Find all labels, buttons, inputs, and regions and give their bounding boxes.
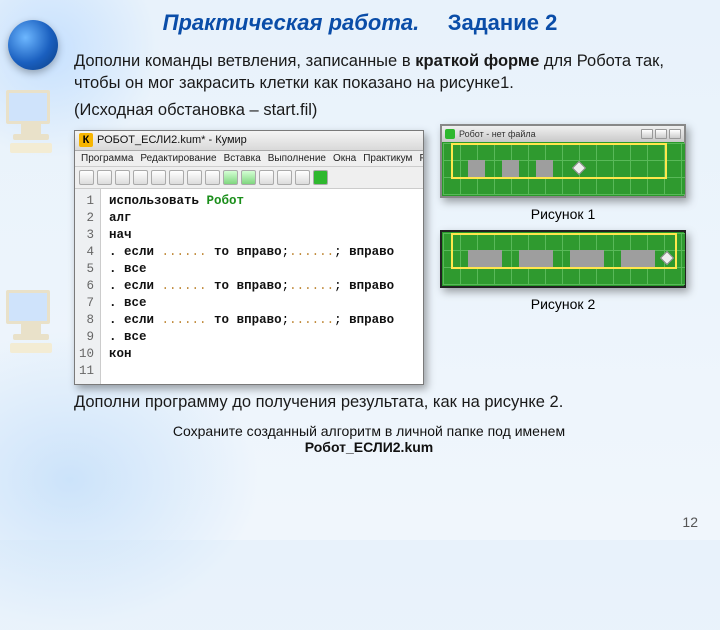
- robot-field-1: Робот - нет файла: [440, 124, 686, 198]
- code-area[interactable]: использовать Роботалгнач. если ...... то…: [101, 189, 423, 384]
- page-number: 12: [682, 514, 698, 530]
- task-subnote: (Исходная обстановка – start.fil): [74, 101, 664, 120]
- robot-grid-1: [443, 143, 685, 195]
- task-description: Дополни команды ветвления, записанные в …: [74, 50, 664, 95]
- kumir-editor: К РОБОТ_ЕСЛИ2.kum* - Кумир Программа Реда…: [74, 130, 424, 385]
- figure-2-caption: Рисунок 2: [531, 296, 595, 312]
- save-filename: Робот_ЕСЛИ2.kum: [305, 439, 433, 455]
- toolbar-button[interactable]: [97, 170, 112, 185]
- app-badge-icon: К: [79, 133, 93, 147]
- menu-item[interactable]: Вставка: [224, 153, 261, 164]
- figure-1-caption: Рисунок 1: [531, 206, 595, 222]
- robot-marker-icon: [660, 250, 674, 264]
- menu-item[interactable]: Программа: [81, 153, 133, 164]
- toolbar-button[interactable]: [79, 170, 94, 185]
- toolbar-button[interactable]: [115, 170, 130, 185]
- menu-bar[interactable]: Программа Редактирование Вставка Выполнение…: [75, 151, 423, 167]
- menu-item[interactable]: Практикум: [363, 153, 412, 164]
- robot-marker-icon: [572, 160, 586, 174]
- maximize-icon[interactable]: [655, 129, 667, 139]
- title-left: Практическая работа.: [163, 10, 420, 35]
- toolbar-button[interactable]: [169, 170, 184, 185]
- toolbar-button[interactable]: [133, 170, 148, 185]
- menu-item[interactable]: Редактирование: [140, 153, 216, 164]
- close-icon[interactable]: [669, 129, 681, 139]
- editor-titlebar: К РОБОТ_ЕСЛИ2.kum* - Кумир: [75, 131, 423, 151]
- menu-item[interactable]: Робот: [419, 153, 423, 164]
- toolbar-button[interactable]: [295, 170, 310, 185]
- robot-grid-2: [443, 233, 685, 285]
- title-right: Задание 2: [448, 10, 558, 35]
- robot-field-2: [440, 230, 686, 288]
- line-gutter: 1234567891011: [75, 189, 101, 384]
- menu-item[interactable]: Окна: [333, 153, 356, 164]
- robot-icon: [445, 129, 455, 139]
- toolbar-button[interactable]: [259, 170, 274, 185]
- minimize-icon[interactable]: [641, 129, 653, 139]
- run-button[interactable]: [223, 170, 238, 185]
- step-button[interactable]: [241, 170, 256, 185]
- slide-title: Практическая работа. Задание 2: [0, 0, 720, 36]
- save-note-text: Сохраните созданный алгоритм в личной па…: [173, 423, 565, 439]
- task-continuation: Дополни программу до получения результат…: [74, 391, 664, 413]
- toolbar-button[interactable]: [205, 170, 220, 185]
- robot-titlebar: Робот - нет файла: [442, 126, 684, 142]
- toolbar-button[interactable]: [151, 170, 166, 185]
- save-note: Сохраните созданный алгоритм в личной па…: [74, 423, 664, 455]
- menu-item[interactable]: Выполнение: [268, 153, 326, 164]
- toolbar-button[interactable]: [277, 170, 292, 185]
- toolbar[interactable]: [75, 167, 423, 189]
- window-title: РОБОТ_ЕСЛИ2.kum* - Кумир: [97, 134, 247, 146]
- toolbar-button[interactable]: [187, 170, 202, 185]
- robot-button[interactable]: [313, 170, 328, 185]
- robot-window-title: Робот - нет файла: [459, 129, 536, 139]
